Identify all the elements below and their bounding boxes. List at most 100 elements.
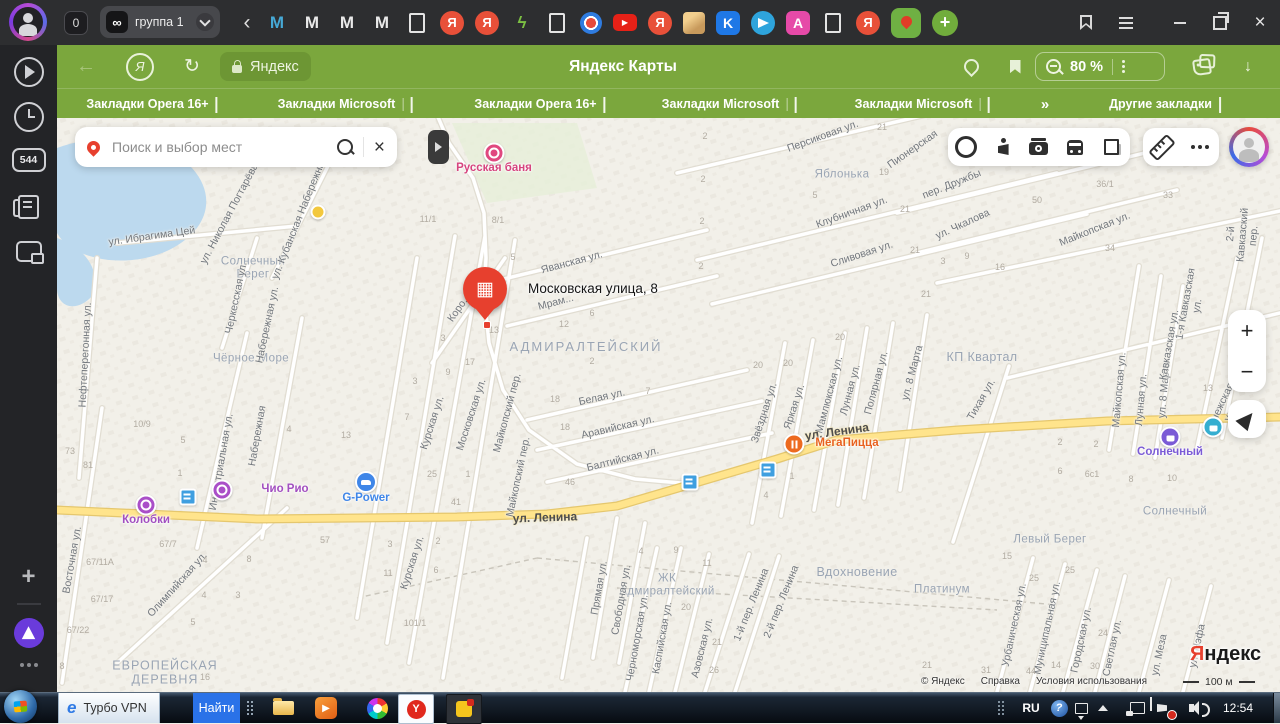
panel-expander-button[interactable] xyxy=(428,130,449,164)
sidebar-more-icon[interactable] xyxy=(0,663,57,667)
taskbar-app-icon[interactable] xyxy=(446,694,482,724)
network-icon[interactable] xyxy=(1125,693,1148,723)
bus-stop-icon[interactable] xyxy=(681,473,699,491)
extension-m-blue-icon[interactable]: M xyxy=(265,11,289,35)
zoom-in-button[interactable]: + xyxy=(1228,319,1266,342)
bookmark-folder[interactable]: Закладки Opera 16+ xyxy=(474,89,606,119)
poi-cafe-icon[interactable] xyxy=(211,479,233,501)
nav-back-chevron-icon[interactable]: ‹ xyxy=(240,11,254,35)
geolocation-button[interactable] xyxy=(1228,400,1266,438)
bus-stop-icon[interactable] xyxy=(179,488,197,506)
chevron-down-icon[interactable] xyxy=(196,13,214,31)
yandex-logo[interactable]: Яндекс xyxy=(1190,643,1261,666)
bookmarks-panel-icon[interactable] xyxy=(1066,0,1106,45)
extension-m-icon[interactable]: M xyxy=(370,11,394,35)
extension-document-icon[interactable] xyxy=(549,12,565,33)
close-button[interactable]: × xyxy=(1240,0,1280,45)
taskbar-browser-icon[interactable] xyxy=(364,696,390,720)
menu-icon[interactable] xyxy=(1106,0,1146,45)
sidebar-tab-count-badge[interactable]: 544 xyxy=(0,148,57,172)
poi-label[interactable]: Солнечный xyxy=(1137,446,1203,458)
help-link[interactable]: Справка xyxy=(981,676,1020,687)
show-hidden-icons[interactable] xyxy=(1094,693,1112,723)
extension-vk-icon[interactable]: K xyxy=(716,10,740,35)
sidebar-add-icon[interactable]: + xyxy=(0,563,57,591)
taskbar-yandex-browser-icon[interactable]: Y xyxy=(398,694,434,724)
search-icon[interactable] xyxy=(336,139,353,155)
bus-stop-icon[interactable] xyxy=(759,461,777,479)
extension-yandex-icon[interactable]: Я xyxy=(648,10,672,35)
bookmark-icon[interactable] xyxy=(1001,45,1029,88)
search-input[interactable] xyxy=(110,138,327,156)
reload-icon[interactable]: ↻ xyxy=(177,45,207,88)
tags-icon[interactable] xyxy=(1185,45,1219,88)
terms-link[interactable]: Условия использования xyxy=(1036,676,1147,687)
bookmark-folder[interactable]: Закладки Microsoft xyxy=(662,89,797,119)
extension-image-icon[interactable] xyxy=(683,11,705,34)
sidebar-news-icon[interactable] xyxy=(0,195,57,219)
extension-yandex-icon[interactable]: Я xyxy=(475,10,499,35)
taskbar-app-vpn[interactable]: e Турбо VPN xyxy=(58,693,160,723)
panoramas-icon[interactable] xyxy=(990,134,1016,160)
sidebar-alice-icon[interactable] xyxy=(0,618,57,648)
extension-sprout-icon[interactable]: ϟ xyxy=(510,11,534,35)
poi-label[interactable]: Колобки xyxy=(122,514,170,526)
download-icon[interactable]: ↓ xyxy=(1243,45,1253,90)
tray-window-icon[interactable] xyxy=(1072,693,1090,723)
url-pill[interactable]: Яндекс xyxy=(220,52,311,81)
transport-icon[interactable] xyxy=(1062,134,1088,160)
zoom-out-magnifier-icon[interactable] xyxy=(1046,59,1061,74)
volume-icon[interactable] xyxy=(1178,693,1210,723)
ruler-icon[interactable] xyxy=(1148,133,1176,161)
traffic-icon[interactable] xyxy=(953,134,979,160)
extension-opera-icon[interactable] xyxy=(580,11,602,34)
search-clear-icon[interactable]: × xyxy=(374,138,385,157)
page-zoom-control[interactable]: 80 % xyxy=(1035,52,1165,81)
action-center-flag-icon[interactable] xyxy=(1150,693,1177,723)
poi-yellow-dot-icon[interactable] xyxy=(310,204,326,220)
poi-cafe-icon[interactable] xyxy=(135,494,157,516)
start-button[interactable] xyxy=(4,690,37,723)
help-icon[interactable]: ? xyxy=(1048,693,1070,723)
more-tools-icon[interactable] xyxy=(1187,134,1213,160)
taskbar-explorer-icon[interactable] xyxy=(270,696,296,720)
poi-label[interactable]: G-Power xyxy=(342,492,389,504)
sidebar-screenshot-icon[interactable] xyxy=(0,241,57,264)
profile-avatar[interactable] xyxy=(9,3,47,41)
extension-m-icon[interactable]: M xyxy=(335,11,359,35)
taskbar-find-button[interactable]: Найти xyxy=(193,693,240,723)
poi-label[interactable]: Чио Рио xyxy=(261,483,308,495)
extension-avito-icon[interactable]: A xyxy=(786,10,810,35)
zoom-out-button[interactable]: − xyxy=(1228,360,1266,383)
active-tab-group[interactable]: ∞ группа 1 xyxy=(100,6,220,38)
map-search-box[interactable]: × xyxy=(75,127,397,167)
extension-yandex-icon[interactable]: Я xyxy=(856,10,880,35)
yandex-ring-icon[interactable]: Я xyxy=(125,45,155,88)
extension-telegram-icon[interactable] xyxy=(751,10,775,35)
poi-bathhouse-icon[interactable] xyxy=(483,142,505,164)
extension-document-icon[interactable] xyxy=(409,12,425,33)
poi-carservice-icon[interactable] xyxy=(355,471,377,493)
geolocation-pin-icon[interactable] xyxy=(957,45,985,88)
extension-m-icon[interactable]: M xyxy=(300,11,324,35)
restore-button[interactable] xyxy=(1200,0,1240,45)
layers-icon[interactable] xyxy=(1099,134,1125,160)
extension-document-icon[interactable] xyxy=(825,12,841,33)
map-profile-avatar[interactable] xyxy=(1229,127,1269,167)
sidebar-play-button[interactable] xyxy=(0,57,57,87)
other-bookmarks[interactable]: Другие закладки xyxy=(1109,89,1221,119)
show-desktop-button[interactable] xyxy=(1273,693,1280,723)
language-indicator[interactable]: RU xyxy=(1018,693,1044,723)
extension-map-pin-tile-icon[interactable] xyxy=(891,7,921,38)
poi-label[interactable]: МегаПицца xyxy=(815,437,878,449)
extension-youtube-icon[interactable]: ▶ xyxy=(613,14,637,31)
poi-label[interactable]: Русская баня xyxy=(456,162,532,174)
taskbar-mediaplayer-icon[interactable]: ▶ xyxy=(313,696,339,720)
clock[interactable]: 12:54 xyxy=(1216,693,1260,723)
extension-yandex-icon[interactable]: Я xyxy=(440,10,464,35)
map-canvas[interactable]: Солнечный Берег Чёрное Море АДМИРАЛТЕЙСКИЙ… xyxy=(57,118,1280,692)
tab-counter[interactable]: 0 xyxy=(64,11,88,35)
photos-icon[interactable] xyxy=(1026,134,1052,160)
bookmark-folder[interactable]: Закладки Opera 16+ xyxy=(86,89,218,119)
bookmark-folder[interactable]: Закладки Microsoft xyxy=(278,89,413,119)
